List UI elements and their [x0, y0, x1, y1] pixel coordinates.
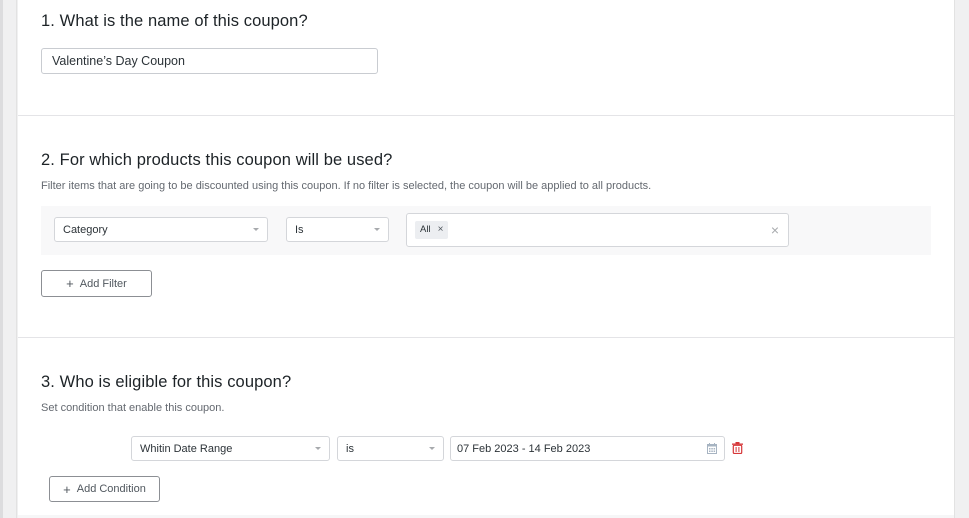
- condition-field-select[interactable]: Whitin Date Range: [131, 436, 330, 461]
- eligibility-title: 3. Who is eligible for this coupon?: [41, 373, 292, 391]
- condition-operator-value: is: [346, 443, 354, 455]
- chevron-down-icon: [374, 228, 380, 231]
- clear-all-icon[interactable]: ×: [771, 222, 779, 238]
- filter-field-select[interactable]: Category: [54, 217, 268, 242]
- value-tag-label: All: [420, 224, 431, 235]
- trash-icon[interactable]: [732, 442, 743, 454]
- add-condition-label: Add Condition: [76, 483, 146, 495]
- left-gutter: [0, 0, 17, 518]
- chevron-down-icon: [429, 447, 435, 450]
- remove-tag-icon[interactable]: ×: [438, 224, 444, 235]
- date-range-input[interactable]: 07 Feb 2023 - 14 Feb 2023: [450, 436, 725, 461]
- products-section: 2. For which products this coupon will b…: [18, 116, 954, 338]
- products-description: Filter items that are going to be discou…: [41, 180, 652, 192]
- value-tag: All ×: [415, 221, 449, 239]
- products-title: 2. For which products this coupon will b…: [41, 151, 393, 169]
- plus-icon: +: [66, 276, 74, 291]
- date-range-value: 07 Feb 2023 - 14 Feb 2023: [457, 443, 591, 455]
- filter-operator-select[interactable]: Is: [286, 217, 389, 242]
- filter-operator-value: Is: [295, 224, 304, 236]
- eligibility-description: Set condition that enable this coupon.: [41, 402, 225, 414]
- plus-icon: +: [63, 481, 71, 497]
- coupon-name-input[interactable]: [41, 48, 378, 74]
- coupon-form-panel: 1. What is the name of this coupon? 2. F…: [18, 0, 954, 518]
- filter-values-multiselect[interactable]: All × ×: [406, 213, 789, 247]
- filter-field-value: Category: [63, 224, 108, 236]
- right-scroll-gutter: [954, 0, 969, 518]
- condition-operator-select[interactable]: is: [337, 436, 444, 461]
- chevron-down-icon: [315, 447, 321, 450]
- condition-field-value: Whitin Date Range: [140, 443, 233, 455]
- add-filter-label: Add Filter: [79, 277, 127, 290]
- add-filter-button[interactable]: + Add Filter: [41, 270, 152, 297]
- chevron-down-icon: [253, 228, 259, 231]
- coupon-name-title: 1. What is the name of this coupon?: [41, 12, 308, 30]
- eligibility-section: 3. Who is eligible for this coupon? Set …: [18, 338, 954, 518]
- calendar-icon: [707, 443, 717, 454]
- add-condition-button[interactable]: + Add Condition: [49, 476, 160, 502]
- filter-row: Category Is All × ×: [41, 206, 931, 255]
- coupon-name-section: 1. What is the name of this coupon?: [18, 0, 954, 116]
